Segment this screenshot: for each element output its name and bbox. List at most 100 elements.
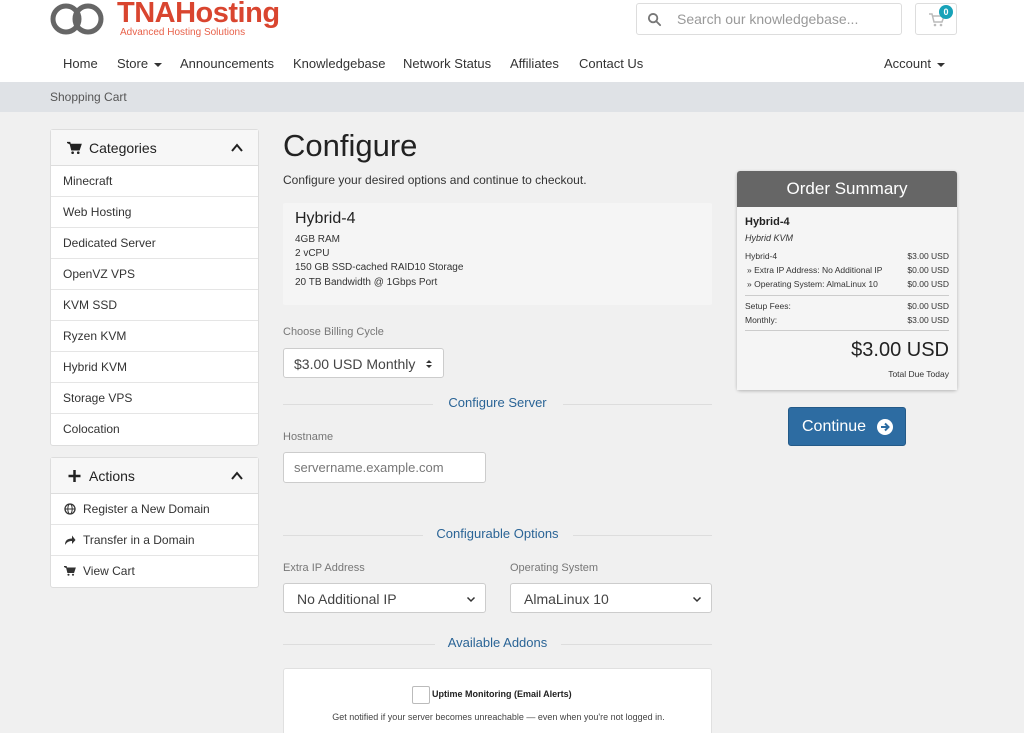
- category-storage-vps[interactable]: Storage VPS: [51, 383, 258, 414]
- addon-title: Uptime Monitoring (Email Alerts): [432, 689, 572, 699]
- summary-product-name: Hybrid-4: [745, 216, 790, 228]
- nav-account-label: Account: [884, 56, 931, 71]
- category-label: Storage VPS: [63, 391, 133, 405]
- continue-label: Continue: [802, 418, 867, 435]
- action-label: View Cart: [83, 564, 135, 578]
- billing-cycle-value: $3.00 USD Monthly: [294, 356, 416, 372]
- os-value: AlmaLinux 10: [524, 591, 609, 607]
- nav-affiliates[interactable]: Affiliates: [510, 56, 559, 71]
- addon-checkbox[interactable]: [412, 686, 430, 704]
- category-ryzen-kvm[interactable]: Ryzen KVM: [51, 321, 258, 352]
- configurable-options-divider: Configurable Options: [283, 525, 712, 545]
- os-label: Operating System: [510, 562, 599, 574]
- nav-contact-us[interactable]: Contact Us: [579, 56, 643, 71]
- extra-ip-label: Extra IP Address: [283, 562, 365, 574]
- nav-announcements[interactable]: Announcements: [180, 56, 274, 71]
- category-label: KVM SSD: [63, 298, 118, 312]
- categories-title: Categories: [89, 140, 157, 156]
- breadcrumb-bar: Shopping Cart: [0, 82, 1024, 112]
- summary-fee-value: $0.00 USD: [907, 301, 949, 311]
- category-dedicated-server[interactable]: Dedicated Server: [51, 228, 258, 259]
- site-logo[interactable]: TNAHosting Advanced Hosting Solutions: [50, 0, 280, 42]
- category-kvm-ssd[interactable]: KVM SSD: [51, 290, 258, 321]
- category-label: Web Hosting: [63, 205, 132, 219]
- chevron-down-icon: [692, 596, 702, 603]
- summary-fee-label: Setup Fees:: [745, 301, 791, 311]
- cart-icon: [64, 566, 76, 576]
- actions-header[interactable]: Actions: [51, 458, 258, 494]
- action-register-domain[interactable]: Register a New Domain: [51, 494, 258, 525]
- category-label: Minecraft: [63, 174, 113, 188]
- globe-icon: [64, 503, 76, 515]
- nav-store[interactable]: Store: [117, 56, 163, 71]
- search-icon: [647, 12, 662, 27]
- brand-name: TNAHosting: [117, 0, 280, 29]
- action-transfer-domain[interactable]: Transfer in a Domain: [51, 525, 258, 556]
- product-spec: 20 TB Bandwidth @ 1Gbps Port: [295, 277, 438, 288]
- os-select[interactable]: AlmaLinux 10: [510, 583, 712, 613]
- brand-tagline: Advanced Hosting Solutions: [120, 27, 246, 38]
- product-spec: 150 GB SSD-cached RAID10 Storage: [295, 262, 464, 273]
- order-summary-body: Hybrid-4 Hybrid KVM Hybrid-4 $3.00 USD » …: [737, 207, 957, 390]
- continue-button[interactable]: Continue: [788, 407, 906, 446]
- addon-description: Get notified if your server becomes unre…: [332, 712, 665, 722]
- hostname-input[interactable]: [283, 452, 486, 483]
- category-hybrid-kvm[interactable]: Hybrid KVM: [51, 352, 258, 383]
- action-label: Transfer in a Domain: [83, 533, 195, 547]
- summary-fee-value: $3.00 USD: [907, 315, 949, 325]
- nav-knowledgebase[interactable]: Knowledgebase: [293, 56, 386, 71]
- category-label: Colocation: [63, 422, 120, 436]
- category-label: OpenVZ VPS: [63, 267, 136, 281]
- configure-server-divider: Configure Server: [283, 394, 712, 414]
- action-view-cart[interactable]: View Cart: [51, 556, 258, 587]
- search-input[interactable]: [677, 4, 897, 34]
- cart-count-badge: 0: [939, 5, 953, 19]
- nav-account[interactable]: Account: [884, 56, 945, 71]
- category-minecraft[interactable]: Minecraft: [51, 166, 258, 197]
- addon-uptime-monitoring: Uptime Monitoring (Email Alerts) Get not…: [283, 668, 712, 733]
- product-spec: 4GB RAM: [295, 234, 341, 245]
- extra-ip-select[interactable]: No Additional IP: [283, 583, 486, 613]
- product-spec: 2 vCPU: [295, 248, 330, 259]
- summary-line-value: $0.00 USD: [907, 265, 949, 275]
- extra-ip-value: No Additional IP: [297, 591, 397, 607]
- action-label: Register a New Domain: [83, 502, 210, 516]
- billing-cycle-select[interactable]: $3.00 USD Monthly: [283, 348, 444, 378]
- available-addons-heading: Available Addons: [447, 635, 548, 650]
- configurable-options-heading: Configurable Options: [436, 526, 559, 541]
- chevron-up-icon[interactable]: [230, 141, 244, 155]
- category-colocation[interactable]: Colocation: [51, 414, 258, 445]
- summary-total-label: Total Due Today: [888, 369, 949, 379]
- plus-icon: [68, 470, 81, 482]
- category-web-hosting[interactable]: Web Hosting: [51, 197, 258, 228]
- sort-arrows-icon: [426, 360, 432, 368]
- arrow-circle-right-icon: [877, 419, 893, 435]
- configure-server-heading: Configure Server: [448, 395, 547, 410]
- nav-home[interactable]: Home: [63, 56, 98, 71]
- summary-fee-label: Monthly:: [745, 315, 778, 325]
- order-summary-title: Order Summary: [786, 179, 908, 198]
- order-summary-header: Order Summary: [737, 171, 957, 207]
- summary-line-value: $3.00 USD: [907, 251, 949, 261]
- main-nav: Home Store Announcements Knowledgebase N…: [0, 52, 1024, 78]
- available-addons-divider: Available Addons: [283, 634, 712, 654]
- summary-line-label: » Extra IP Address: No Additional IP: [747, 265, 883, 275]
- cart-button[interactable]: 0: [915, 3, 957, 35]
- chevron-down-icon: [466, 596, 476, 603]
- category-openvz-vps[interactable]: OpenVZ VPS: [51, 259, 258, 290]
- categories-header[interactable]: Categories: [51, 130, 258, 166]
- actions-title: Actions: [89, 468, 135, 484]
- chevron-up-icon[interactable]: [230, 469, 244, 483]
- summary-line-value: $0.00 USD: [907, 279, 949, 289]
- category-label: Ryzen KVM: [63, 329, 127, 343]
- billing-cycle-label: Choose Billing Cycle: [283, 326, 384, 338]
- hostname-label: Hostname: [283, 431, 334, 443]
- caret-down-icon: [154, 62, 163, 67]
- page-title: Configure: [283, 128, 418, 163]
- nav-network-status[interactable]: Network Status: [403, 56, 491, 71]
- cart-icon: [67, 141, 82, 154]
- categories-panel: Categories Minecraft Web Hosting Dedicat…: [50, 129, 259, 446]
- summary-line-label: Hybrid-4: [745, 251, 778, 261]
- nav-store-label: Store: [117, 56, 149, 71]
- summary-total: $3.00 USD: [851, 339, 949, 361]
